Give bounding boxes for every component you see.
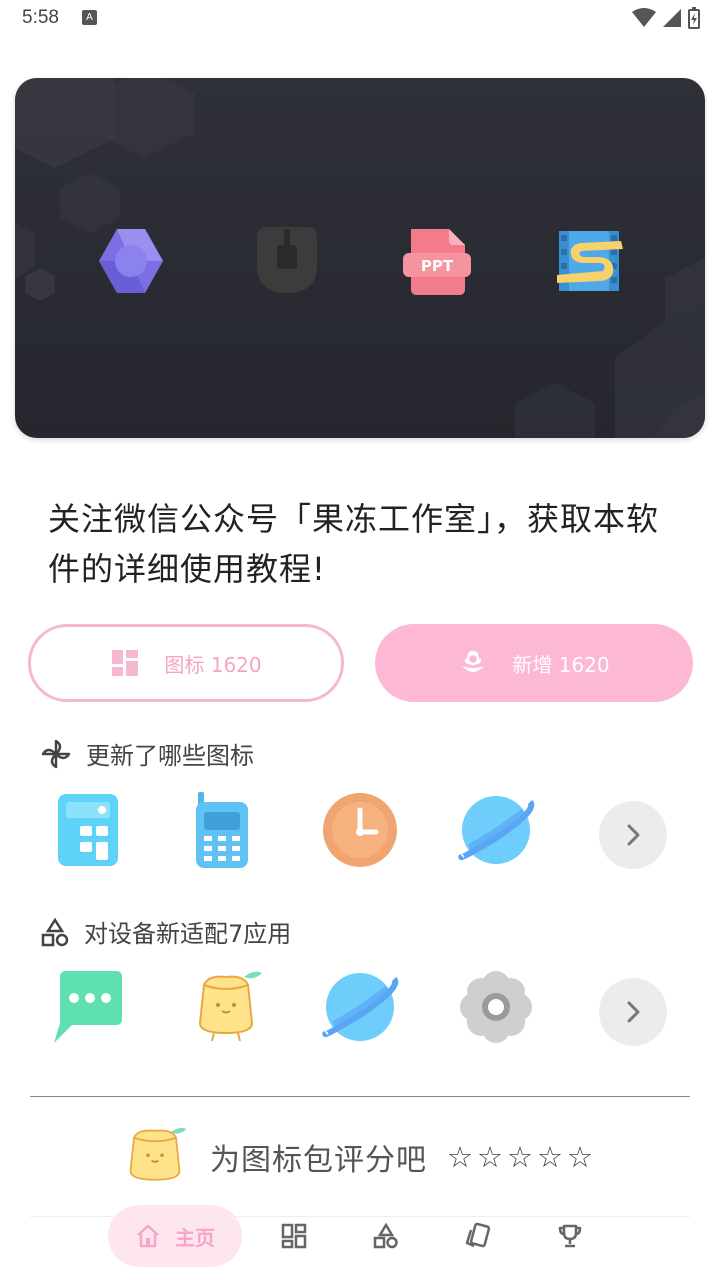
trophy-icon [558, 1224, 582, 1248]
grid-icon [110, 648, 140, 678]
star-icon[interactable]: ☆ [567, 1140, 593, 1174]
updated-icons-section-title: 更新了哪些图标 [40, 736, 254, 771]
calculator-icon[interactable] [52, 790, 132, 870]
pinwheel-icon [40, 738, 72, 770]
nav-home[interactable]: 主页 [108, 1205, 242, 1267]
nav-trophy[interactable] [548, 1205, 592, 1267]
shapes-icon [373, 1223, 398, 1249]
message-icon[interactable] [50, 967, 130, 1047]
star-icon[interactable]: ☆ [477, 1140, 503, 1174]
grid-icon [281, 1223, 307, 1249]
adapted-apps-section-title: 对设备新适配7应用 [40, 914, 291, 949]
planet-icon[interactable] [320, 967, 400, 1047]
new-count-button[interactable]: 新增 1620 [375, 624, 693, 702]
signal-icon [663, 9, 681, 27]
flower-icon [458, 648, 488, 678]
cards-icon [465, 1222, 491, 1248]
jelly-mascot-icon[interactable] [186, 967, 266, 1047]
wifi-icon [632, 8, 656, 27]
settings-flower-icon[interactable] [456, 967, 536, 1047]
adapted-apps-title: 对设备新适配7应用 [84, 920, 292, 948]
star-icon[interactable]: ☆ [537, 1140, 563, 1174]
star-rating[interactable]: ☆ ☆ ☆ ☆ ☆ [447, 1140, 593, 1174]
icons-count-label: 图标 1620 [164, 652, 262, 677]
battery-icon [688, 7, 700, 29]
bottom-nav: 主页 [0, 1204, 720, 1270]
clock-icon[interactable] [320, 790, 400, 870]
rate-text: 为图标包评分吧 [210, 1143, 427, 1178]
nav-icons[interactable] [272, 1205, 316, 1267]
shapes-icon [40, 917, 70, 947]
star-icon[interactable]: ☆ [507, 1140, 533, 1174]
status-icons [632, 7, 700, 29]
nav-apps[interactable] [364, 1205, 408, 1267]
notification-icon: A [82, 10, 97, 25]
updated-icons-row [0, 790, 720, 880]
jelly-mascot-icon [129, 1127, 187, 1181]
more-adapted-button[interactable] [599, 978, 667, 1046]
home-icon [135, 1223, 161, 1249]
intro-text: 关注微信公众号「果冻工作室」，获取本软件的详细使用教程! [48, 500, 660, 588]
featured-banner[interactable]: PPT [15, 78, 705, 438]
nav-cards[interactable] [456, 1205, 500, 1267]
nav-home-label: 主页 [175, 1225, 215, 1250]
divider [30, 1096, 690, 1097]
ppt-file-icon[interactable]: PPT [399, 223, 475, 299]
ppt-label: PPT [421, 257, 454, 275]
status-bar: 5:58 A [0, 0, 720, 36]
film-s-icon[interactable] [551, 223, 627, 299]
mouse-icon[interactable] [249, 223, 325, 299]
rate-prompt[interactable]: 为图标包评分吧 ☆ ☆ ☆ ☆ ☆ [120, 1122, 593, 1192]
more-updated-button[interactable] [599, 801, 667, 869]
icons-count-button[interactable]: 图标 1620 [28, 624, 344, 702]
adapted-apps-row [0, 967, 720, 1057]
chevron-right-icon [627, 1001, 640, 1023]
chevron-right-icon [627, 824, 640, 846]
updated-icons-title: 更新了哪些图标 [86, 742, 254, 770]
planet-icon[interactable] [456, 790, 536, 870]
status-time: 5:58 [22, 7, 59, 28]
new-count-label: 新增 1620 [512, 652, 610, 677]
phone-icon[interactable] [188, 790, 268, 870]
hexagon-app-icon[interactable] [93, 223, 169, 299]
star-icon[interactable]: ☆ [447, 1140, 473, 1174]
